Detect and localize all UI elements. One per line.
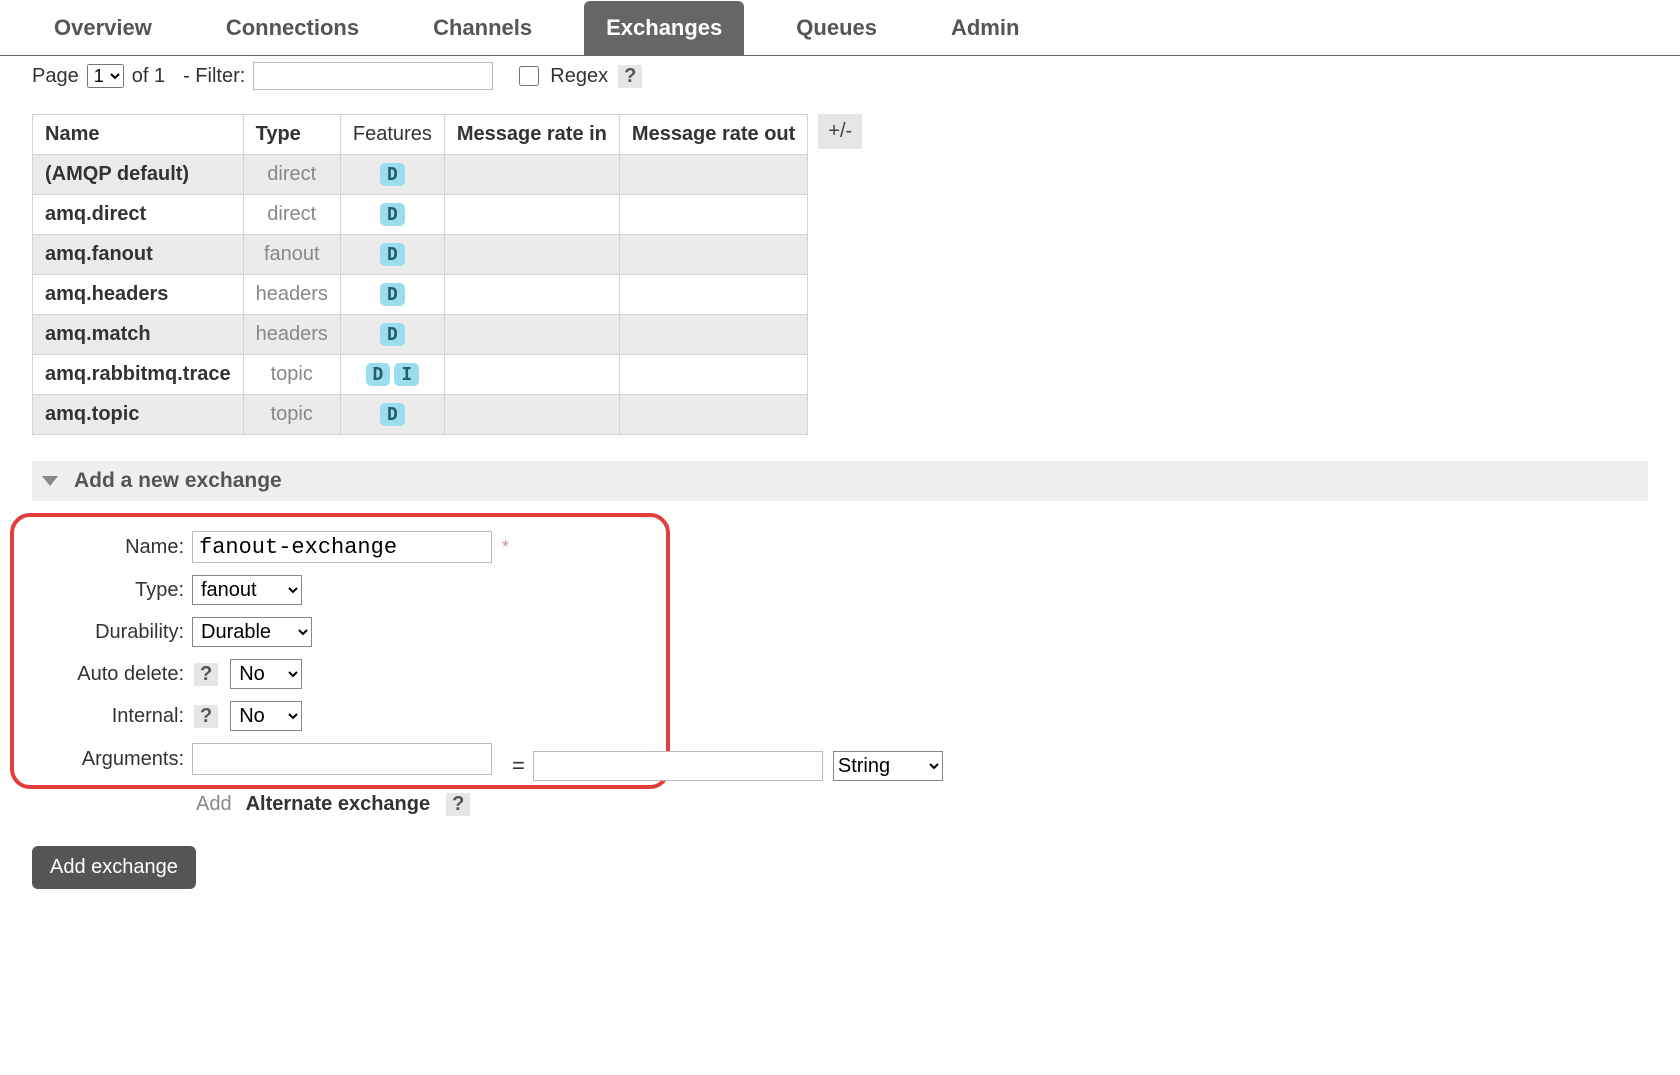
th-type[interactable]: Type (243, 115, 340, 155)
columns-toggle-button[interactable]: +/- (818, 114, 862, 149)
rate-in-cell (444, 275, 619, 315)
rate-in-cell (444, 315, 619, 355)
exchange-type-cell: topic (243, 355, 340, 395)
add-hint-label: Add (196, 793, 232, 816)
table-row: amq.rabbitmq.tracetopicDI (33, 355, 808, 395)
required-indicator: * (502, 537, 509, 558)
of-label: of 1 (132, 65, 165, 88)
filter-input[interactable] (253, 62, 493, 90)
exchanges-table: Name Type Features Message rate in Messa… (32, 114, 808, 435)
exchange-features-cell: DI (340, 355, 444, 395)
arguments-label: Arguments: (22, 748, 192, 771)
feature-badge-d: D (380, 203, 405, 226)
autodelete-select[interactable]: No (230, 659, 302, 689)
argument-value-input[interactable] (533, 751, 823, 781)
alternate-exchange-help-icon[interactable]: ? (446, 793, 470, 816)
feature-badge-i: I (394, 363, 419, 386)
feature-badge-d: D (380, 163, 405, 186)
rate-out-cell (619, 195, 807, 235)
durability-label: Durability: (22, 621, 192, 644)
internal-select[interactable]: No (230, 701, 302, 731)
table-row: (AMQP default)direct D (33, 155, 808, 195)
rate-out-cell (619, 275, 807, 315)
exchange-features-cell: D (340, 195, 444, 235)
rate-in-cell (444, 235, 619, 275)
th-features[interactable]: Features (340, 115, 444, 155)
exchange-type-cell: direct (243, 155, 340, 195)
tab-admin[interactable]: Admin (929, 1, 1041, 55)
rate-out-cell (619, 355, 807, 395)
exchange-type-cell: headers (243, 275, 340, 315)
table-row: amq.fanoutfanout D (33, 235, 808, 275)
pager-bar: Page 1 of 1 - Filter: Regex ? (0, 56, 1680, 114)
exchange-type-cell: topic (243, 395, 340, 435)
exchange-name-cell[interactable]: amq.direct (33, 195, 244, 235)
rate-in-cell (444, 195, 619, 235)
table-row: amq.headersheaders D (33, 275, 808, 315)
add-exchange-section-toggle[interactable]: Add a new exchange (32, 461, 1648, 501)
caret-down-icon (42, 476, 58, 486)
exchange-name-cell[interactable]: amq.rabbitmq.trace (33, 355, 244, 395)
exchange-name-cell[interactable]: amq.topic (33, 395, 244, 435)
page-label: Page (32, 65, 79, 88)
tab-connections[interactable]: Connections (204, 1, 381, 55)
rate-in-cell (444, 155, 619, 195)
regex-help-icon[interactable]: ? (618, 65, 642, 88)
rate-out-cell (619, 235, 807, 275)
add-exchange-section-title: Add a new exchange (74, 469, 282, 493)
rate-in-cell (444, 355, 619, 395)
tab-queues[interactable]: Queues (774, 1, 899, 55)
feature-badge-d: D (366, 363, 391, 386)
type-label: Type: (22, 579, 192, 602)
exchange-type-cell: direct (243, 195, 340, 235)
exchange-features-cell: D (340, 155, 444, 195)
th-rate-in[interactable]: Message rate in (444, 115, 619, 155)
exchange-features-cell: D (340, 395, 444, 435)
autodelete-help-icon[interactable]: ? (194, 663, 218, 686)
tab-bar: Overview Connections Channels Exchanges Queu… (0, 0, 1680, 56)
tab-channels[interactable]: Channels (411, 1, 554, 55)
durability-select[interactable]: Durable (192, 617, 312, 647)
rate-out-cell (619, 395, 807, 435)
argument-equals: = (512, 753, 525, 779)
exchange-features-cell: D (340, 275, 444, 315)
exchange-features-cell: D (340, 315, 444, 355)
argument-key-input[interactable] (192, 743, 492, 775)
add-exchange-button[interactable]: Add exchange (32, 846, 196, 889)
exchange-name-cell[interactable]: amq.match (33, 315, 244, 355)
rate-out-cell (619, 155, 807, 195)
exchange-name-cell[interactable]: (AMQP default) (33, 155, 244, 195)
rate-in-cell (444, 395, 619, 435)
table-row: amq.directdirect D (33, 195, 808, 235)
th-name[interactable]: Name (33, 115, 244, 155)
regex-checkbox[interactable] (519, 66, 539, 86)
name-label: Name: (22, 536, 192, 559)
feature-badge-d: D (380, 323, 405, 346)
filter-label: - Filter: (183, 65, 245, 88)
rate-out-cell (619, 315, 807, 355)
alternate-exchange-link[interactable]: Alternate exchange (246, 793, 431, 816)
page-select[interactable]: 1 (87, 64, 124, 88)
tab-overview[interactable]: Overview (32, 1, 174, 55)
autodelete-label: Auto delete: (22, 663, 192, 686)
internal-help-icon[interactable]: ? (194, 705, 218, 728)
feature-badge-d: D (380, 403, 405, 426)
regex-label: Regex (550, 65, 608, 88)
exchange-name-cell[interactable]: amq.fanout (33, 235, 244, 275)
feature-badge-d: D (380, 283, 405, 306)
th-rate-out[interactable]: Message rate out (619, 115, 807, 155)
add-exchange-form-highlight: Name: * Type: fanout Durability: Durable… (10, 513, 670, 789)
tab-exchanges[interactable]: Exchanges (584, 1, 744, 55)
internal-label: Internal: (22, 705, 192, 728)
table-row: amq.topictopic D (33, 395, 808, 435)
table-row: amq.matchheaders D (33, 315, 808, 355)
exchange-features-cell: D (340, 235, 444, 275)
exchange-type-select[interactable]: fanout (192, 575, 302, 605)
feature-badge-d: D (380, 243, 405, 266)
exchange-name-cell[interactable]: amq.headers (33, 275, 244, 315)
exchange-name-input[interactable] (192, 531, 492, 563)
exchange-type-cell: fanout (243, 235, 340, 275)
argument-type-select[interactable]: String (833, 751, 943, 781)
exchange-type-cell: headers (243, 315, 340, 355)
